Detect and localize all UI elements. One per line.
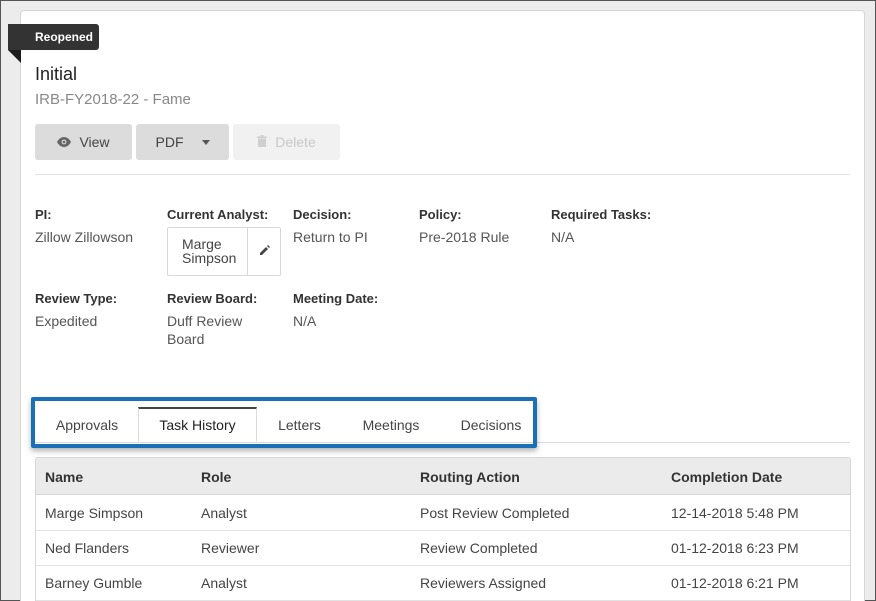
current-analyst-field: Marge Simpson — [167, 227, 281, 276]
tabs-highlight-box — [31, 397, 537, 448]
current-analyst-last: Simpson — [182, 250, 237, 266]
pi-label: PI: — [35, 207, 52, 222]
page-subtitle: IRB-FY2018-22 - Fame — [35, 91, 191, 108]
column-header-role[interactable]: Role — [201, 469, 231, 485]
cell-completion-date: 01-12-2018 6:23 PM — [671, 540, 799, 556]
edit-analyst-button[interactable] — [247, 228, 281, 275]
review-board-line2: Board — [167, 331, 205, 347]
divider — [35, 174, 850, 175]
current-analyst-value: Marge Simpson — [182, 237, 236, 265]
table-row[interactable]: Barney Gumble Analyst Reviewers Assigned… — [36, 566, 850, 601]
review-board-label: Review Board: — [167, 291, 258, 306]
meeting-date-label: Meeting Date: — [293, 291, 379, 306]
task-history-table: Name Role Routing Action Completion Date… — [35, 457, 851, 601]
pdf-dropdown-button[interactable]: PDF — [136, 124, 229, 160]
required-tasks-label: Required Tasks: — [551, 207, 652, 222]
table-row[interactable]: Marge Simpson Analyst Post Review Comple… — [36, 496, 850, 531]
page-title: Initial — [35, 64, 78, 84]
view-button[interactable]: View — [35, 124, 132, 160]
review-type-value: Expedited — [35, 313, 98, 329]
cell-role: Analyst — [201, 505, 247, 521]
cell-role: Reviewer — [201, 540, 260, 556]
cell-routing-action: Review Completed — [420, 540, 538, 556]
review-board-line1: Duff Review — [167, 313, 243, 329]
cell-name: Marge Simpson — [45, 505, 144, 521]
current-analyst-label: Current Analyst: — [167, 207, 269, 222]
pi-value: Zillow Zillowson — [35, 229, 134, 245]
required-tasks-value: N/A — [551, 229, 575, 245]
delete-button-label: Delete — [275, 134, 316, 150]
review-board-value: Duff Review Board — [167, 312, 242, 348]
decision-value: Return to PI — [293, 229, 368, 245]
status-badge: Reopened — [8, 24, 99, 50]
trash-icon — [257, 134, 268, 150]
column-header-name[interactable]: Name — [45, 469, 83, 485]
meeting-date-value: N/A — [293, 313, 317, 329]
policy-label: Policy: — [419, 207, 462, 222]
caret-down-icon — [201, 139, 210, 145]
cell-routing-action: Post Review Completed — [420, 505, 570, 521]
decision-label: Decision: — [293, 207, 352, 222]
cell-completion-date: 01-12-2018 6:21 PM — [671, 575, 799, 591]
pencil-icon — [259, 243, 271, 261]
review-type-label: Review Type: — [35, 291, 118, 306]
cell-name: Barney Gumble — [45, 575, 143, 591]
delete-button[interactable]: Delete — [233, 124, 340, 160]
ribbon-fold — [8, 50, 21, 63]
table-row[interactable]: Ned Flanders Reviewer Review Completed 0… — [36, 531, 850, 566]
table-header: Name Role Routing Action Completion Date — [36, 458, 850, 495]
cell-routing-action: Reviewers Assigned — [420, 575, 547, 591]
pdf-button-label: PDF — [155, 134, 184, 150]
column-header-completion-date[interactable]: Completion Date — [671, 469, 782, 485]
eye-icon — [57, 134, 72, 150]
policy-value: Pre-2018 Rule — [419, 229, 510, 245]
cell-completion-date: 12-14-2018 5:48 PM — [671, 505, 799, 521]
cell-role: Analyst — [201, 575, 247, 591]
cell-name: Ned Flanders — [45, 540, 130, 556]
column-header-routing-action[interactable]: Routing Action — [420, 469, 520, 485]
current-analyst-first: Marge — [182, 236, 222, 252]
view-button-label: View — [79, 134, 110, 150]
